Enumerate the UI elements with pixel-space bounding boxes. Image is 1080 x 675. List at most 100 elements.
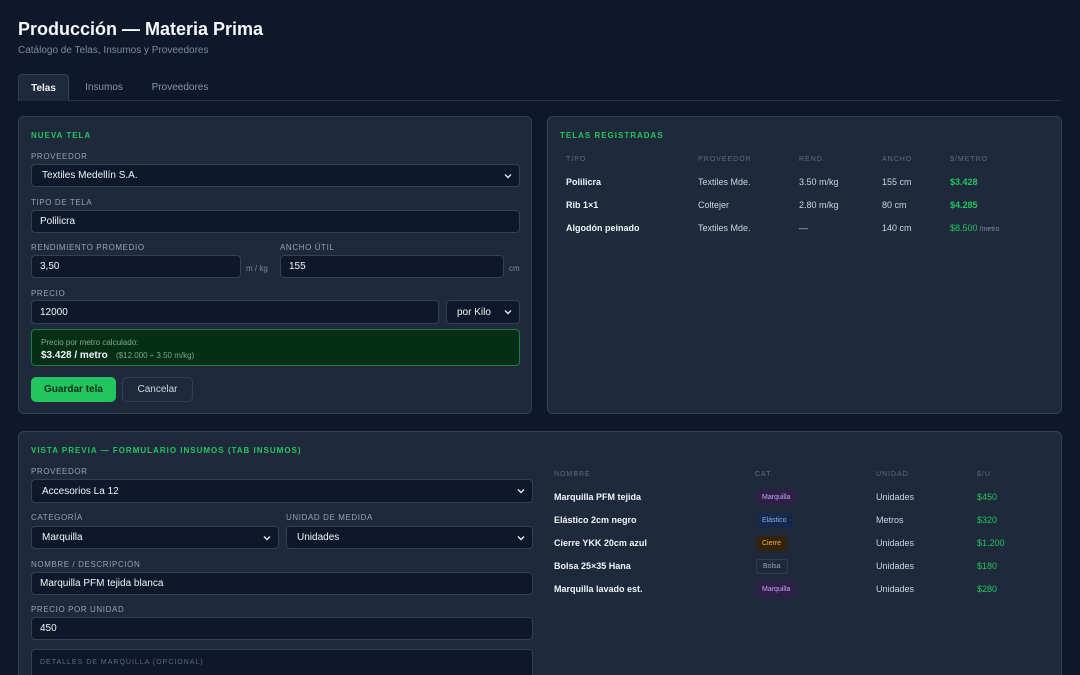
cell-rend: 2.80 m/kg	[799, 200, 839, 210]
cell-precio: $280	[977, 584, 998, 594]
cell-proveedor: Textiles Mde.	[698, 223, 751, 233]
precio-calculado-formula: ($12.000 ÷ 3.50 m/kg)	[116, 351, 195, 360]
page-subtitle: Catálogo de Telas, Insumos y Proveedores	[18, 45, 209, 56]
precio-calculado-value: $3.428 / metro	[41, 350, 108, 361]
cell-precio: $180	[977, 561, 998, 571]
categoria-select[interactable]: Marquilla	[31, 526, 279, 549]
ancho-input[interactable]: 155	[280, 255, 504, 278]
guardar-tela-button[interactable]: Guardar tela	[31, 377, 116, 402]
cell-tipo: Polilicra	[566, 177, 602, 187]
categoria-label: CATEGORÍA	[31, 513, 83, 522]
cell-precio-value: $8.500	[950, 223, 978, 233]
cell-rend: —	[799, 223, 808, 233]
page: Producción — Materia Prima Catálogo de T…	[0, 0, 1080, 675]
cell-ancho: 80 cm	[882, 200, 907, 210]
nueva-tela-card: NUEVA TELA PROVEEDOR Textiles Medellín S…	[18, 116, 532, 414]
chevron-down-icon	[504, 174, 512, 179]
cell-precio: $8.500/metro	[950, 223, 999, 233]
cell-tipo: Rib 1×1	[566, 200, 599, 210]
col-header-nombre: NOMBRE	[554, 471, 591, 478]
telas-registradas-title: TELAS REGISTRADAS	[560, 131, 664, 140]
precio-unidad-value: por Kilo	[457, 306, 491, 318]
precio-input[interactable]: 12000	[31, 300, 439, 324]
insumo-proveedor-select[interactable]: Accesorios La 12	[31, 479, 533, 503]
tab-proveedores[interactable]: Proveedores	[142, 74, 218, 100]
category-badge: Bolsa	[756, 559, 788, 574]
cell-nombre: Marquilla lavado est.	[554, 584, 643, 594]
cell-precio: $4.285	[950, 200, 978, 210]
cell-precio: $320	[977, 515, 998, 525]
precio-unidad-label: PRECIO POR UNIDAD	[31, 605, 125, 614]
cell-proveedor: Coltejer	[698, 200, 730, 210]
cell-unidad: Unidades	[876, 538, 915, 548]
nueva-tela-title: NUEVA TELA	[31, 131, 92, 140]
proveedor-select-value: Textiles Medellín S.A.	[42, 170, 138, 181]
vista-previa-card: VISTA PREVIA — FORMULARIO INSUMOS (TAB I…	[18, 431, 1062, 675]
telas-registradas-card: TELAS REGISTRADAS TIPO PROVEEDOR REND. A…	[547, 116, 1062, 414]
precio-unidad-input[interactable]: 450	[31, 617, 533, 640]
cell-nombre: Elástico 2cm negro	[554, 515, 637, 525]
chevron-down-icon	[263, 536, 271, 541]
cell-ancho: 140 cm	[882, 223, 912, 233]
col-header-precio-metro: $/METRO	[950, 156, 989, 163]
cell-tipo: Algodón peinado	[566, 223, 640, 233]
chevron-down-icon	[517, 489, 525, 494]
rendimiento-label: RENDIMIENTO PROMEDIO	[31, 243, 145, 252]
chevron-down-icon	[517, 536, 525, 541]
insumo-proveedor-value: Accesorios La 12	[42, 485, 119, 497]
proveedor-label: PROVEEDOR	[31, 152, 88, 161]
cell-precio: $450	[977, 492, 998, 502]
tab-telas[interactable]: Telas	[18, 74, 69, 101]
unidad-medida-select[interactable]: Unidades	[286, 526, 533, 549]
cell-precio-suffix: /metro	[979, 226, 1000, 233]
cell-precio: $3.428	[950, 177, 978, 187]
rendimiento-unit: m / kg	[246, 264, 268, 273]
tab-bar: Telas Insumos Proveedores	[18, 74, 1061, 101]
col-header-cat: CAT.	[755, 471, 774, 478]
precio-unidad-select[interactable]: por Kilo	[446, 300, 520, 324]
cell-rend: 3.50 m/kg	[799, 177, 839, 187]
cancelar-button[interactable]: Cancelar	[122, 377, 193, 402]
col-header-proveedor: PROVEEDOR	[698, 156, 752, 163]
category-badge: Elástico	[756, 513, 793, 528]
page-title: Producción — Materia Prima	[18, 19, 264, 39]
col-header-ancho: ANCHO	[882, 156, 913, 163]
cell-unidad: Unidades	[876, 492, 915, 502]
ancho-label: ANCHO ÚTIL	[280, 243, 335, 252]
category-badge: Cierre	[756, 536, 788, 551]
cell-unidad: Unidades	[876, 561, 915, 571]
col-header-precio-u: $/U	[977, 471, 991, 478]
tab-insumos[interactable]: Insumos	[76, 74, 132, 100]
col-header-unidad: UNIDAD	[876, 471, 909, 478]
chevron-down-icon	[504, 310, 512, 315]
proveedor-select[interactable]: Textiles Medellín S.A.	[31, 164, 520, 187]
detalles-marquilla-textarea[interactable]: DETALLES DE MARQUILLA (OPCIONAL)	[31, 649, 533, 675]
cell-proveedor: Textiles Mde.	[698, 177, 751, 187]
cell-nombre: Cierre YKK 20cm azul	[554, 538, 647, 548]
precio-calculado-label: Precio por metro calculado:	[41, 338, 139, 347]
cell-precio: $1.200	[977, 538, 1005, 548]
tipo-tela-label: TIPO DE TELA	[31, 198, 93, 207]
categoria-value: Marquilla	[42, 532, 83, 543]
unidad-medida-label: UNIDAD DE MEDIDA	[286, 513, 373, 522]
cell-ancho: 155 cm	[882, 177, 912, 187]
tipo-tela-input[interactable]: Polilicra	[31, 210, 520, 233]
precio-label: PRECIO	[31, 289, 66, 298]
nombre-label: NOMBRE / DESCRIPCIÓN	[31, 560, 141, 569]
detalles-marquilla-placeholder: DETALLES DE MARQUILLA (OPCIONAL)	[40, 659, 204, 666]
nombre-input[interactable]: Marquilla PFM tejida blanca	[31, 572, 533, 595]
rendimiento-input[interactable]: 3,50	[31, 255, 241, 278]
category-badge: Marquilla	[756, 582, 797, 597]
unidad-medida-value: Unidades	[297, 532, 340, 543]
cell-unidad: Metros	[876, 515, 904, 525]
insumo-proveedor-label: PROVEEDOR	[31, 467, 88, 476]
col-header-rend: REND.	[799, 156, 826, 163]
precio-calculado-box: Precio por metro calculado: $3.428 / met…	[31, 329, 520, 366]
vista-previa-title: VISTA PREVIA — FORMULARIO INSUMOS (TAB I…	[31, 446, 302, 455]
cell-nombre: Bolsa 25×35 Hana	[554, 561, 631, 571]
ancho-unit: cm	[509, 264, 520, 273]
cell-nombre: Marquilla PFM tejida	[554, 492, 642, 502]
category-badge: Marquilla	[756, 490, 797, 505]
col-header-tipo: TIPO	[566, 156, 587, 163]
cell-unidad: Unidades	[876, 584, 915, 594]
